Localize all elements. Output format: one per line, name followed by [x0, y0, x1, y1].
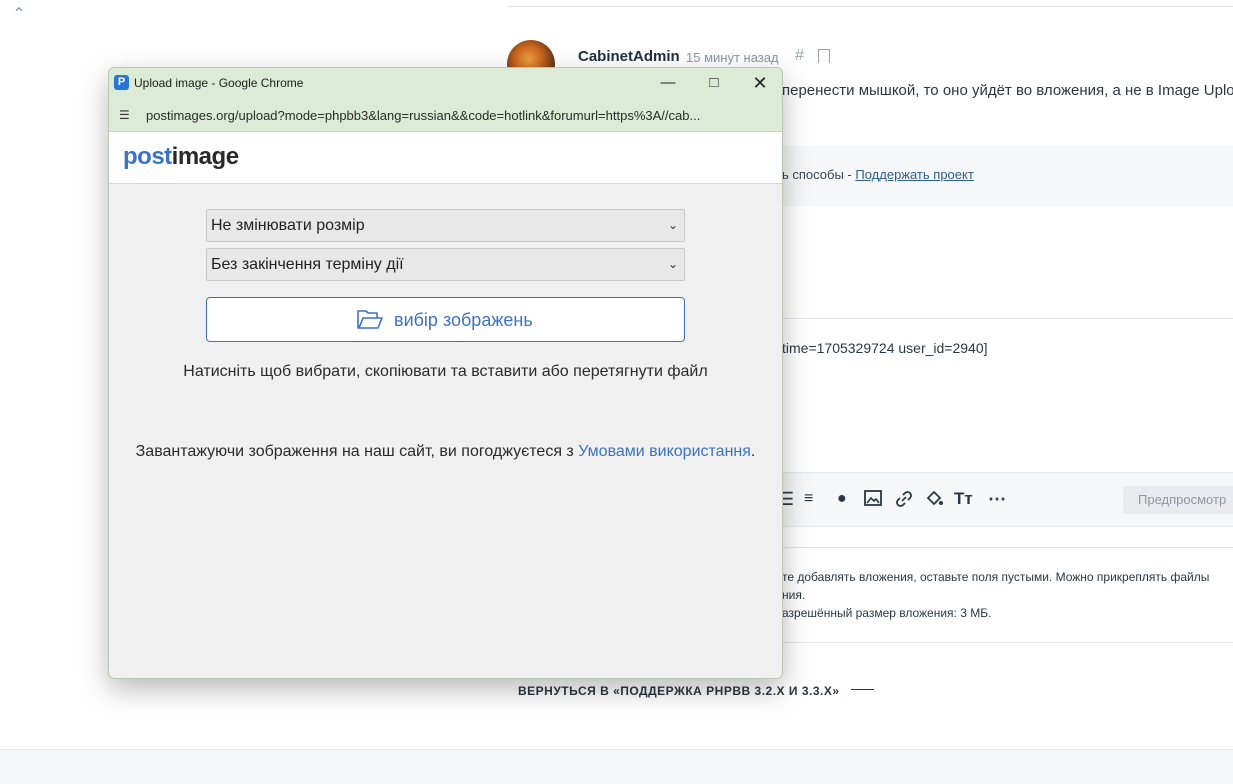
expiry-select[interactable]: Без закінчення терміну дії ⌄: [206, 248, 685, 281]
link-icon[interactable]: [894, 489, 914, 513]
font-size-icon[interactable]: Tт: [954, 489, 973, 509]
bookmark-icon[interactable]: [818, 49, 830, 63]
maximize-icon[interactable]: □: [691, 68, 737, 99]
choose-images-button[interactable]: вибір зображень: [206, 297, 685, 342]
image-icon[interactable]: [864, 489, 882, 511]
divider: [782, 642, 1233, 643]
terms-of-use-link[interactable]: Умовами використання: [578, 443, 751, 460]
scroll-up-icon[interactable]: ⌃: [10, 6, 28, 24]
site-header: postimage: [109, 132, 782, 184]
post-author[interactable]: CabinetAdmin: [578, 48, 680, 65]
close-icon[interactable]: ✕: [737, 68, 782, 99]
signature-text: ь способы - Поддержать проект: [782, 167, 974, 182]
upload-image-window: P Upload image - Google Chrome — □ ✕ ☰ p…: [108, 67, 783, 679]
post-time[interactable]: 15 минут назад: [686, 50, 779, 65]
jumpbox-divider: [851, 689, 874, 690]
divider: [782, 547, 1233, 548]
attachments-info-line: азрешённый размер вложения: 3 МБ.: [782, 606, 992, 620]
upload-hint-text: Натисніть щоб вибрати, скопіювати та вст…: [183, 363, 708, 380]
numbered-list-icon[interactable]: ≡: [804, 489, 813, 509]
choose-images-label: вибір зображень: [394, 310, 533, 330]
post-body-text: перенести мышкой, то оно уйдёт во вложен…: [782, 82, 1233, 99]
resize-select-value: Не змінювати розмір: [211, 217, 365, 234]
page-footer: [0, 749, 1233, 784]
preview-button[interactable]: Предпросмотр: [1123, 486, 1233, 514]
terms-text: Завантажуючи зображення на наш сайт, ви …: [135, 443, 579, 460]
logo-part-post: post: [123, 143, 172, 170]
expiry-select-value: Без закінчення терміну дії: [211, 256, 404, 273]
attachments-info-line: те добавлять вложения, оставьте поля пус…: [782, 570, 1210, 584]
permalink-icon[interactable]: #: [795, 47, 804, 65]
editor-toolbar: ☰ ≡ ● Tт ⋯ Предпросмотр: [778, 472, 1233, 527]
chevron-down-icon: ⌄: [667, 218, 678, 232]
dot-icon[interactable]: ●: [837, 489, 847, 509]
logo-part-image: image: [171, 143, 239, 170]
divider: [782, 318, 1233, 319]
color-fill-icon[interactable]: [924, 489, 944, 513]
terms-notice: Завантажуючи зображення на наш сайт, ви …: [109, 443, 782, 461]
attachments-info-line: ния.: [782, 588, 806, 602]
chevron-down-icon: ⌄: [667, 257, 678, 271]
post-code-text: time=1705329724 user_id=2940]: [782, 340, 988, 356]
postimage-logo[interactable]: postimage: [123, 143, 239, 171]
more-icon[interactable]: ⋯: [988, 489, 1006, 509]
site-settings-icon[interactable]: ☰: [119, 108, 130, 122]
resize-select[interactable]: Не змінювати розмір ⌄: [206, 209, 685, 242]
url-text[interactable]: postimages.org/upload?mode=phpbb3&lang=r…: [146, 108, 700, 123]
terms-period: .: [750, 443, 756, 460]
back-to-forum-link[interactable]: ВЕРНУТЬСЯ В «ПОДДЕРЖКА PHPBB 3.2.X И 3.3…: [518, 684, 840, 698]
minimize-icon[interactable]: —: [645, 68, 691, 99]
window-titlebar[interactable]: P Upload image - Google Chrome — □ ✕: [109, 68, 782, 99]
postimage-app-icon: P: [114, 75, 129, 90]
window-title: Upload image - Google Chrome: [134, 76, 304, 90]
divider: [508, 6, 1233, 7]
signature-prefix: ь способы -: [782, 167, 856, 182]
support-project-link[interactable]: Поддержать проект: [855, 167, 973, 182]
address-bar[interactable]: ☰ postimages.org/upload?mode=phpbb3&lang…: [109, 99, 782, 132]
folder-open-icon: [357, 310, 383, 329]
